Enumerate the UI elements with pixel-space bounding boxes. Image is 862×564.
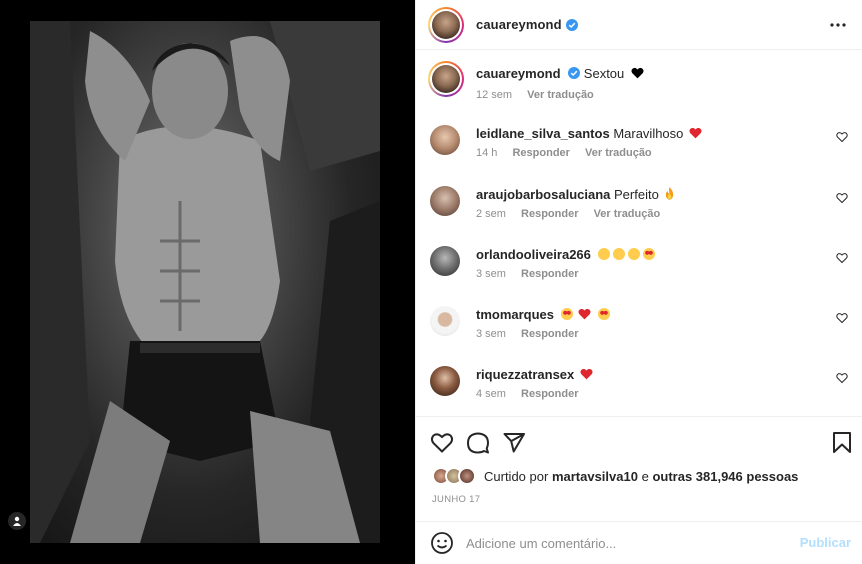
caption-avatar[interactable] <box>428 61 464 97</box>
liked-by-summary: Curtido por martavsilva10 e outras 381,9… <box>432 466 798 486</box>
comment-item: tmomarques 3 sem Responder <box>428 304 848 348</box>
translate-link[interactable]: Ver tradução <box>594 208 661 220</box>
comment-input[interactable] <box>466 535 786 551</box>
comment-bubble-icon[interactable] <box>466 431 490 455</box>
share-send-icon[interactable] <box>502 431 526 455</box>
comment-username[interactable]: tmomarques <box>476 307 554 322</box>
commenter-avatar[interactable] <box>430 186 460 216</box>
liked-by-connector: e <box>641 468 649 484</box>
publish-button[interactable]: Publicar <box>800 535 851 550</box>
red-heart-emoji-icon <box>578 308 591 320</box>
liked-by-others-link[interactable]: outras 381,946 pessoas <box>652 469 798 484</box>
comment-username[interactable]: riquezzatransex <box>476 367 574 382</box>
reply-link[interactable]: Responder <box>521 388 578 400</box>
author-avatar[interactable] <box>428 6 464 43</box>
kiss-emoji-icon <box>612 248 625 260</box>
comment-item: orlandooliveira266 3 sem Responder <box>428 244 848 288</box>
translate-link[interactable]: Ver tradução <box>585 147 652 159</box>
comment-text: orlandooliveira266 <box>476 246 655 264</box>
comment-item: araujobarbosaluciana Perfeito 2 sem Resp… <box>428 184 848 228</box>
caption-username[interactable]: cauareymond <box>476 66 561 81</box>
caption-age: 12 sem <box>476 89 513 101</box>
caption-meta: 12 sem Ver tradução <box>476 89 606 101</box>
commenter-avatar[interactable] <box>430 306 460 336</box>
post-side-panel: cauareymond cauareymond Sextou 12 sem Ve… <box>415 0 862 564</box>
comment-meta: 4 sem Responder <box>476 388 579 400</box>
comments-list: cauareymond Sextou 12 sem Ver tradução l… <box>416 51 862 416</box>
kiss-emoji-icon <box>627 248 640 260</box>
more-options-icon <box>830 23 846 27</box>
reply-link[interactable]: Responder <box>512 147 569 159</box>
comment-item: riquezzatransex 4 sem Responder <box>428 364 848 408</box>
fire-emoji-icon <box>666 187 674 200</box>
liked-by-prefix: Curtido por <box>484 468 549 484</box>
like-comment-icon[interactable] <box>836 312 848 324</box>
red-heart-emoji-icon <box>580 368 593 380</box>
heart-eyes-emoji-icon <box>597 308 610 320</box>
commenter-avatar[interactable] <box>430 246 460 276</box>
comment-text: tmomarques <box>476 306 610 324</box>
liked-by-first-user[interactable]: martavsilva10 <box>552 469 638 484</box>
comment-item: leidlane_silva_santos Maravilhoso 14 h R… <box>428 123 848 167</box>
reply-link[interactable]: Responder <box>521 208 578 220</box>
caption-translate-link[interactable]: Ver tradução <box>527 89 594 101</box>
heart-eyes-emoji-icon <box>642 248 655 260</box>
caption: cauareymond Sextou 12 sem Ver tradução <box>428 61 848 111</box>
comment-text: riquezzatransex <box>476 366 593 384</box>
like-comment-icon[interactable] <box>836 252 848 264</box>
black-heart-icon <box>631 67 644 79</box>
emoji-picker-icon[interactable] <box>430 531 454 555</box>
comment-meta: 3 sem Responder <box>476 328 579 340</box>
like-comment-icon[interactable] <box>836 131 848 143</box>
red-heart-emoji-icon <box>689 127 702 139</box>
comment-text: araujobarbosaluciana Perfeito <box>476 186 675 204</box>
comment-meta: 14 h Responder Ver tradução <box>476 147 652 159</box>
post-date[interactable]: JUNHO 17 <box>432 494 480 505</box>
post-header: cauareymond <box>416 0 862 50</box>
verified-badge-icon <box>568 67 581 79</box>
liker-avatars <box>432 466 478 486</box>
add-comment-bar: Publicar <box>416 521 862 564</box>
commenter-avatar[interactable] <box>430 125 460 155</box>
comment-username[interactable]: araujobarbosaluciana <box>476 187 610 202</box>
like-comment-icon[interactable] <box>836 372 848 384</box>
author-username[interactable]: cauareymond <box>476 17 562 32</box>
tagged-user-icon[interactable] <box>8 512 26 530</box>
heart-eyes-emoji-icon <box>560 308 573 320</box>
caption-text: cauareymond Sextou <box>476 65 644 83</box>
like-comment-icon[interactable] <box>836 192 848 204</box>
kiss-emoji-icon <box>597 248 610 260</box>
comment-meta: 3 sem Responder <box>476 268 579 280</box>
comment-username[interactable]: orlandooliveira266 <box>476 247 591 262</box>
like-heart-icon[interactable] <box>430 431 454 455</box>
comment-text: leidlane_silva_santos Maravilhoso <box>476 125 702 143</box>
photo-illustration <box>30 21 380 543</box>
verified-badge-icon <box>565 18 578 31</box>
post-actions <box>416 416 862 464</box>
comment-username[interactable]: leidlane_silva_santos <box>476 126 610 141</box>
commenter-avatar[interactable] <box>430 366 460 396</box>
post-photo[interactable] <box>30 21 380 543</box>
save-bookmark-icon[interactable] <box>830 431 854 455</box>
comment-meta: 2 sem Responder Ver tradução <box>476 208 661 220</box>
media-pane <box>0 0 415 564</box>
more-options-button[interactable] <box>827 14 849 36</box>
caption-body: Sextou <box>583 66 625 81</box>
liker-avatar[interactable] <box>458 467 476 485</box>
reply-link[interactable]: Responder <box>521 328 578 340</box>
reply-link[interactable]: Responder <box>521 268 578 280</box>
